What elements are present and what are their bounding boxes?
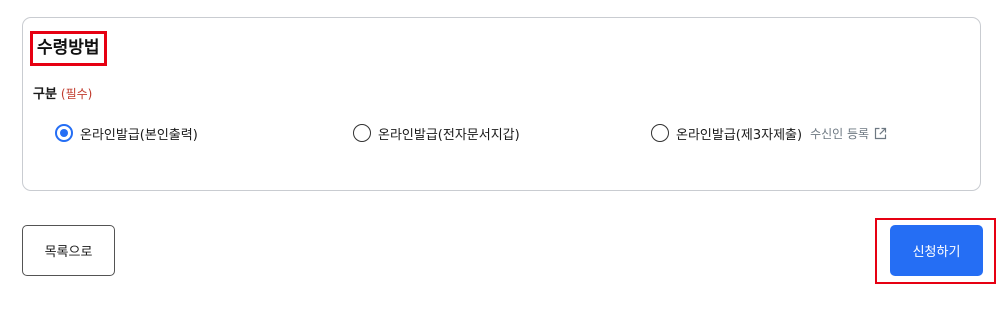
- option-self-print[interactable]: 온라인발급(본인출력): [55, 122, 198, 144]
- submit-button[interactable]: 신청하기: [890, 225, 983, 276]
- radio-e-wallet[interactable]: [353, 124, 371, 142]
- recipient-register-label: 수신인 등록: [810, 126, 870, 141]
- option-e-wallet[interactable]: 온라인발급(전자문서지갑): [353, 122, 520, 144]
- field-label-text: 구분: [33, 87, 57, 102]
- radio-third-party[interactable]: [651, 124, 669, 142]
- option-label: 온라인발급(전자문서지갑): [378, 127, 520, 143]
- option-label: 온라인발급(본인출력): [80, 127, 198, 143]
- radio-self-print[interactable]: [55, 124, 73, 142]
- recipient-register-link[interactable]: 수신인 등록: [810, 125, 887, 142]
- option-label: 온라인발급(제3자제출): [676, 127, 803, 143]
- back-to-list-button[interactable]: 목록으로: [22, 225, 115, 276]
- external-link-icon: [874, 127, 887, 139]
- receipt-method-panel: [22, 17, 981, 191]
- required-mark: (필수): [60, 87, 93, 101]
- section-title: 수령방법: [30, 31, 107, 66]
- field-label: 구분 (필수): [33, 83, 92, 102]
- option-third-party[interactable]: 온라인발급(제3자제출) 수신인 등록: [651, 122, 887, 144]
